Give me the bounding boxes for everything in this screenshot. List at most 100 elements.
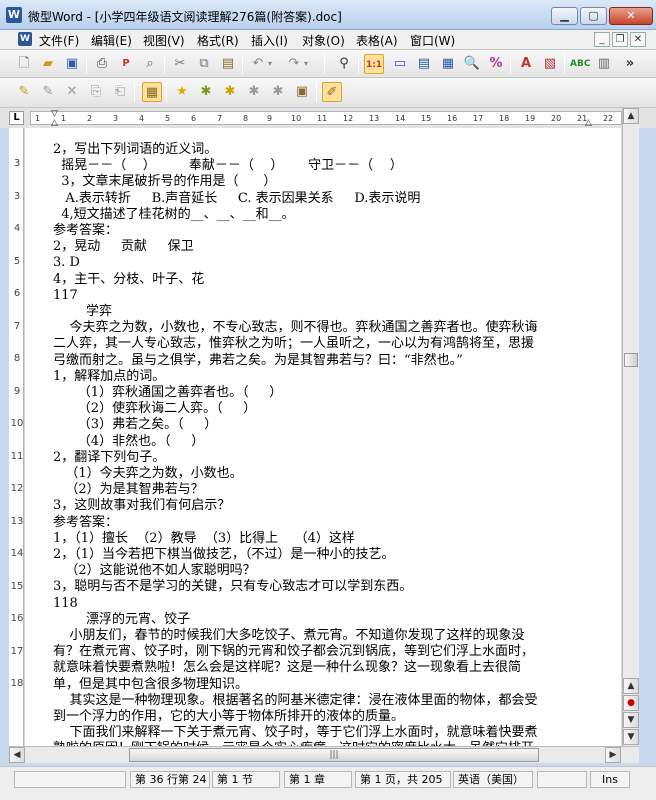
document-page[interactable]: 2，写出下列词语的近义词。 摇晃－－（ ） 奉献－－（ ） 守卫－－（ ） 3，… — [25, 128, 621, 746]
star-a-icon[interactable]: ★ — [172, 82, 192, 102]
scroll-left-button[interactable]: ◀ — [9, 747, 25, 763]
status-empty-2 — [537, 771, 587, 788]
vruler-number: 9 — [13, 385, 21, 397]
svg-text:11: 11 — [317, 114, 327, 123]
select-browse-object-button[interactable]: ● — [623, 695, 639, 711]
vruler-number: 7 — [13, 320, 21, 332]
copy-icon[interactable]: ⧉ — [194, 54, 214, 74]
vruler-number: 13 — [10, 515, 24, 527]
more-tools-icon[interactable]: » — [620, 54, 640, 74]
star-d-icon[interactable]: ✱ — [244, 82, 264, 102]
outline-view-icon[interactable]: ▭ — [390, 54, 410, 74]
status-insert-mode[interactable]: Ins — [590, 771, 630, 788]
open-icon[interactable]: ▰ — [38, 54, 58, 74]
new-icon[interactable]: 🗋 — [14, 54, 34, 74]
title-bar: W 微型Word - [小学四年级语文阅读理解276篇(附答案).doc] ▁ … — [0, 0, 656, 30]
spellcheck-icon[interactable]: ABC — [570, 54, 590, 74]
menu-format[interactable]: 格式(R) — [194, 32, 242, 49]
zoom-icon[interactable]: 🔍 — [462, 54, 482, 74]
menu-window[interactable]: 窗口(W) — [407, 32, 458, 49]
standard-toolbar: 🗋 ▰ ▣ ⎙ P ⌕ ✂ ⧉ ▤ ↶ ▾ ↷ ▾ ⚲ 1:1 ▭ ▤ ▦ 🔍 … — [0, 50, 656, 78]
object-toolbar: ✎ ✎ ✕ ⎘ ⎗ ▦ ★ ✱ ✱ ✱ ✱ ▣ ✐ — [0, 78, 656, 108]
next-page-button[interactable]: ▼ — [623, 712, 639, 728]
maximize-button[interactable]: ▢ — [580, 7, 607, 25]
marker-icon[interactable]: ✐ — [322, 82, 342, 102]
find-icon[interactable]: ⚲ — [334, 54, 354, 74]
normal-view-icon[interactable]: ▤ — [414, 54, 434, 74]
scroll-up-small-button[interactable]: ▲ — [623, 678, 639, 694]
tab-selector[interactable]: L — [9, 111, 24, 125]
right-indent-marker[interactable]: △ — [585, 118, 592, 128]
doc-minimize-button[interactable]: _ — [594, 32, 610, 47]
doc-restore-button[interactable]: ❐ — [612, 32, 628, 47]
star-c-icon[interactable]: ✱ — [220, 82, 240, 102]
vruler-number: 6 — [13, 288, 21, 299]
redo-dropdown-icon[interactable]: ▾ — [300, 54, 312, 74]
horizontal-scrollbar[interactable]: ◀ ||| ▶ — [9, 746, 639, 763]
doc-line: 3，这则故事对我们有何启示？ — [53, 498, 231, 514]
tool-b-icon[interactable]: ✎ — [38, 82, 58, 102]
tool-a-icon[interactable]: ✎ — [14, 82, 34, 102]
print-icon[interactable]: ⎙ — [92, 54, 112, 74]
close-button[interactable]: ✕ — [609, 7, 653, 25]
web-view-icon[interactable]: ▦ — [438, 54, 458, 74]
replace-icon[interactable]: % — [486, 54, 506, 74]
doc-icon[interactable]: W — [18, 32, 32, 46]
page-view-icon[interactable]: 1:1 — [364, 54, 384, 74]
status-position: 第 36 行第 24 — [130, 771, 210, 788]
menu-file[interactable]: 文件(F) — [36, 32, 82, 49]
scroll-right-button[interactable]: ▶ — [605, 747, 621, 763]
object-button-icon[interactable]: ▦ — [142, 82, 162, 102]
svg-text:17: 17 — [473, 114, 483, 123]
menu-edit[interactable]: 编辑(E) — [88, 32, 135, 49]
insert-object-icon[interactable]: ▧ — [540, 54, 560, 74]
vruler-number: 16 — [10, 613, 24, 624]
doc-close-button[interactable]: ✕ — [630, 32, 646, 47]
tool-c-icon[interactable]: ✕ — [62, 82, 82, 102]
scroll-down-button[interactable]: ▼ — [623, 729, 639, 745]
vertical-scrollbar[interactable]: ▲ ▲ ● ▼ ▼ — [622, 108, 639, 746]
doc-line: 3，文章末尾破折号的作用是（ ） — [53, 174, 277, 190]
doc-line: 下面我们来解释一下关于煮元宵、饺子时，等于它们浮上水面时，就意味着快要煮 — [53, 725, 538, 741]
scroll-up-button[interactable]: ▲ — [623, 108, 639, 124]
horizontal-ruler[interactable]: 1 1 2 3 4 5 6 7 8 9 10 11 12 13 14 15 16 17 18 19 20 21 22 ▽ △… — [30, 109, 622, 128]
doc-line: （4）非然也。（ ） — [53, 433, 205, 449]
paste-icon[interactable]: ▤ — [218, 54, 238, 74]
svg-text:13: 13 — [369, 114, 379, 123]
svg-text:22: 22 — [603, 114, 613, 123]
pdf-icon[interactable]: P — [116, 54, 136, 74]
menu-bar: W 文件(F) 编辑(E) 视图(V) 格式(R) 插入(I) 对象(O) 表格… — [0, 30, 656, 50]
menu-insert[interactable]: 插入(I) — [248, 32, 291, 49]
svg-text:1: 1 — [61, 114, 66, 123]
svg-text:12: 12 — [343, 114, 353, 123]
chart-icon[interactable]: ▥ — [594, 54, 614, 74]
window-title: 微型Word - [小学四年级语文阅读理解276篇(附答案).doc] — [28, 10, 342, 24]
star-e-icon[interactable]: ✱ — [268, 82, 288, 102]
svg-text:1: 1 — [35, 114, 40, 123]
tool-e-icon[interactable]: ⎗ — [110, 82, 130, 102]
svg-text:20: 20 — [551, 114, 561, 123]
vertical-scroll-thumb[interactable] — [624, 353, 638, 367]
edit-box-icon[interactable]: ▣ — [292, 82, 312, 102]
doc-line: 2，晃动 贡献 保卫 — [53, 239, 194, 255]
star-b-icon[interactable]: ✱ — [196, 82, 216, 102]
horizontal-scroll-thumb[interactable]: ||| — [129, 748, 539, 762]
doc-line: 摇晃－－（ ） 奉献－－（ ） 守卫－－（ ） — [53, 158, 403, 174]
doc-line: 今夫弈之为数，小数也，不专心致志，则不得也。弈秋通国之善弈者也。使弈秋诲 — [53, 320, 538, 336]
minimize-button[interactable]: ▁ — [551, 7, 578, 25]
cut-icon[interactable]: ✂ — [170, 54, 190, 74]
print-preview-icon[interactable]: ⌕ — [140, 54, 160, 74]
undo-dropdown-icon[interactable]: ▾ — [264, 54, 276, 74]
menu-view[interactable]: 视图(V) — [140, 32, 188, 49]
save-icon[interactable]: ▣ — [62, 54, 82, 74]
svg-text:19: 19 — [525, 114, 535, 123]
hanging-indent-marker[interactable]: △ — [51, 118, 58, 128]
menu-table[interactable]: 表格(A) — [353, 32, 401, 49]
text-color-icon[interactable]: A — [516, 54, 536, 74]
doc-line: A.表示转折 B.声音延长 C. 表示因果关系 D.表示说明 — [53, 190, 421, 206]
doc-line: 参考答案： — [53, 223, 119, 238]
doc-line: 2，写出下列词语的近义词。 — [53, 142, 218, 157]
svg-text:10: 10 — [291, 114, 301, 123]
menu-object[interactable]: 对象(O) — [299, 32, 348, 49]
tool-d-icon[interactable]: ⎘ — [86, 82, 106, 102]
